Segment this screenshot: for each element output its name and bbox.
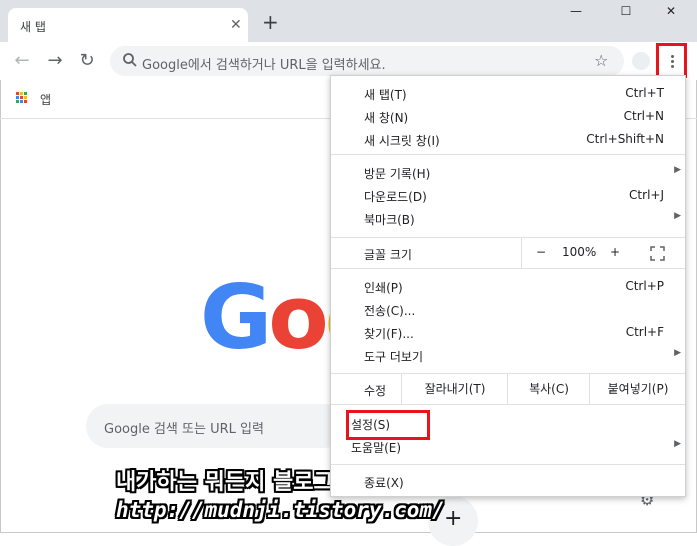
submenu-arrow-icon: ▶ [674, 439, 681, 449]
zoom-controls: − 100% + [521, 238, 686, 268]
menu-item-downloads[interactable]: 다운로드(D) Ctrl+J [331, 184, 685, 207]
menu-label: 새 탭(T) [364, 88, 407, 102]
omnibox[interactable]: Google에서 검색하거나 URL을 입력하세요. ☆ [110, 46, 624, 76]
minimize-button[interactable]: — [558, 4, 594, 28]
title-bar: 새 탭 ✕ + — ☐ ✕ [0, 0, 697, 42]
close-window-button[interactable]: ✕ [653, 4, 689, 28]
menu-item-find[interactable]: 찾기(F)... Ctrl+F [331, 321, 685, 344]
menu-shortcut: Ctrl+F [625, 325, 664, 339]
menu-label: 북마크(B) [364, 213, 415, 227]
menu-shortcut: Ctrl+N [623, 109, 664, 123]
tab-close-icon[interactable]: ✕ [230, 17, 242, 33]
watermark-url: http://mudnji.tistory.com/ [116, 498, 445, 522]
menu-label: 전송(C)... [364, 304, 416, 318]
omnibox-placeholder: Google에서 검색하거나 URL을 입력하세요. [142, 58, 386, 73]
menu-item-new-tab[interactable]: 새 탭(T) Ctrl+T [331, 82, 685, 105]
paste-button[interactable]: 붙여넣기(P) [589, 374, 686, 404]
zoom-out-button[interactable]: − [536, 245, 546, 259]
menu-shortcut: Ctrl+P [625, 279, 664, 293]
settings-highlight-box [346, 410, 430, 440]
menu-item-new-window[interactable]: 새 창(N) Ctrl+N [331, 105, 685, 128]
menu-label: 방문 기록(H) [364, 167, 431, 181]
menu-edit-row: 수정 잘라내기(T) 복사(C) 붙여넣기(P) [331, 374, 685, 404]
reload-button[interactable]: ↻ [76, 51, 98, 73]
new-tab-button[interactable]: + [262, 12, 279, 32]
fullscreen-icon[interactable] [650, 246, 665, 261]
profile-avatar[interactable] [632, 52, 650, 70]
menu-item-history[interactable]: 방문 기록(H) ▶ [331, 161, 685, 184]
menu-item-incognito[interactable]: 새 시크릿 창(I) Ctrl+Shift+N [331, 128, 685, 151]
menu-separator [331, 268, 685, 269]
logo-letter-o1: o [268, 278, 329, 358]
menu-label: 인쇄(P) [364, 281, 403, 295]
menu-label: 도구 더보기 [364, 350, 424, 364]
zoom-in-button[interactable]: + [610, 245, 620, 259]
page-search-box[interactable]: Google 검색 또는 URL 입력 [86, 404, 346, 448]
menu-shortcut: Ctrl+J [629, 188, 664, 202]
kebab-menu-icon [671, 55, 675, 70]
chrome-menu-button[interactable] [656, 43, 687, 78]
plus-icon: + [444, 506, 463, 531]
menu-separator [331, 154, 685, 155]
forward-button[interactable]: → [44, 51, 66, 73]
submenu-arrow-icon: ▶ [674, 165, 681, 175]
menu-separator [331, 404, 685, 405]
edit-label: 수정 [364, 384, 387, 398]
menu-item-print[interactable]: 인쇄(P) Ctrl+P [331, 275, 685, 298]
menu-shortcut: Ctrl+T [625, 86, 664, 100]
zoom-label: 글꼴 크기 [364, 248, 412, 262]
menu-label: 다운로드(D) [364, 190, 427, 204]
menu-label: 새 시크릿 창(I) [364, 134, 440, 148]
logo-letter-g: G [200, 278, 272, 358]
submenu-arrow-icon: ▶ [674, 211, 681, 221]
copy-button[interactable]: 복사(C) [507, 374, 590, 404]
menu-label: 새 창(N) [364, 111, 409, 125]
apps-bookmark[interactable]: 앱 [40, 91, 51, 108]
tab-new-tab[interactable]: 새 탭 ✕ [8, 8, 248, 42]
submenu-arrow-icon: ▶ [674, 348, 681, 358]
back-button[interactable]: ← [11, 51, 33, 73]
menu-separator [331, 464, 685, 465]
tab-title: 새 탭 [20, 20, 46, 34]
watermark-title: 내가하는 뭐든지 블로그 [116, 470, 334, 495]
menu-label: 종료(X) [364, 476, 404, 490]
page-search-placeholder: Google 검색 또는 URL 입력 [104, 422, 264, 437]
menu-zoom-row: 글꼴 크기 − 100% + [331, 238, 685, 268]
menu-label: 도움말(E) [351, 441, 402, 455]
cut-button[interactable]: 잘라내기(T) [401, 374, 508, 404]
zoom-level: 100% [562, 245, 597, 259]
menu-item-more-tools[interactable]: 도구 더보기 ▶ [331, 344, 685, 367]
menu-shortcut: Ctrl+Shift+N [586, 132, 664, 146]
menu-item-cast[interactable]: 전송(C)... [331, 298, 685, 321]
menu-item-exit[interactable]: 종료(X) [331, 470, 685, 493]
apps-grid-icon[interactable] [16, 92, 28, 104]
search-icon [123, 53, 137, 67]
menu-item-bookmarks[interactable]: 북마크(B) ▶ [331, 207, 685, 230]
menu-label: 찾기(F)... [364, 327, 414, 341]
maximize-button[interactable]: ☐ [608, 4, 644, 28]
bookmark-star-icon[interactable]: ☆ [594, 51, 608, 70]
